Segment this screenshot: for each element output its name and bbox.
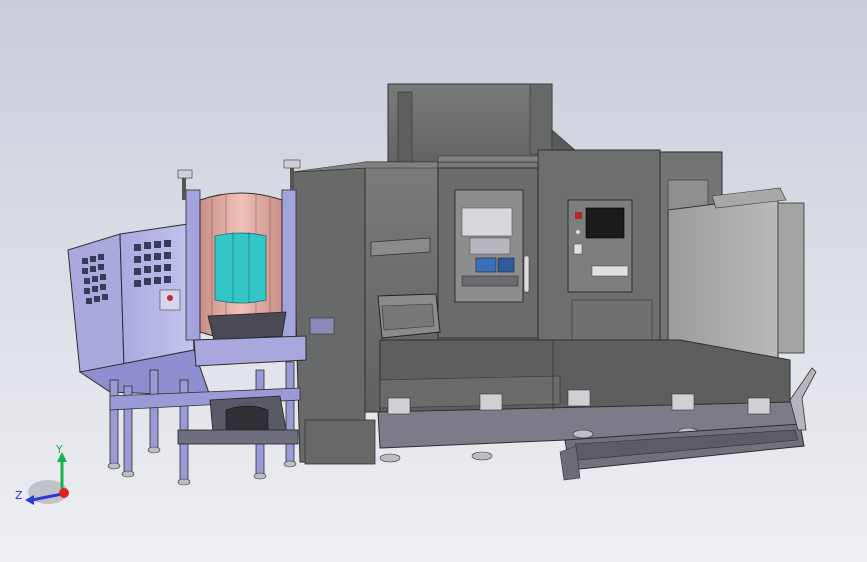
chip-tray[interactable] <box>377 293 441 339</box>
drum-glass <box>214 232 267 304</box>
emergency-stop-button[interactable] <box>575 212 582 219</box>
cad-model-view[interactable]: Y Z <box>0 0 867 562</box>
x-axis-indicator <box>59 488 69 498</box>
machine-door[interactable] <box>437 167 539 339</box>
loader-stop-button[interactable] <box>167 295 173 301</box>
loader-feet <box>107 446 297 486</box>
cad-viewport[interactable]: Y Z <box>0 0 867 562</box>
view-orientation-triad: Y Z <box>15 443 69 505</box>
z-axis-label: Z <box>15 489 23 502</box>
y-axis-label: Y <box>55 443 63 456</box>
door-handle[interactable] <box>523 255 530 293</box>
control-screen <box>585 207 625 239</box>
